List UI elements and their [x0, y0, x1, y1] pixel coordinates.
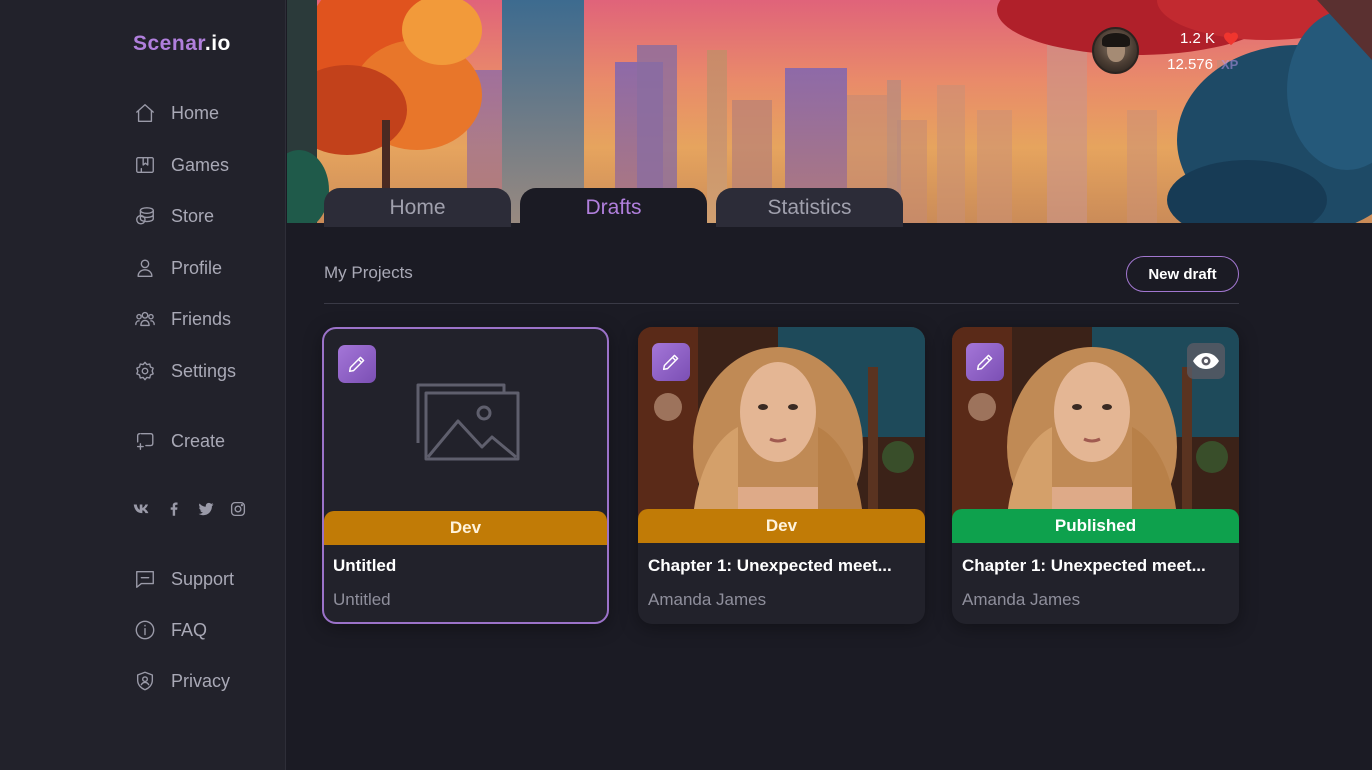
gear-icon: [133, 359, 157, 383]
avatar[interactable]: [1092, 27, 1139, 74]
tab-drafts[interactable]: Drafts: [520, 188, 707, 227]
edit-button[interactable]: [652, 343, 690, 381]
sidebar-item-label: Support: [171, 568, 235, 589]
vk-icon[interactable]: [133, 500, 151, 518]
pencil-icon: [662, 354, 679, 371]
pencil-icon: [976, 354, 993, 371]
chat-icon: [133, 567, 157, 591]
heart-icon: [1224, 32, 1238, 45]
logo-tld: .io: [204, 32, 231, 55]
card-media: [324, 329, 607, 519]
sidebar-item-faq[interactable]: FAQ: [133, 617, 207, 643]
image-placeholder-icon: [416, 383, 520, 461]
sidebar-item-create[interactable]: Create: [133, 428, 225, 454]
book-icon: [133, 153, 157, 177]
sidebar-item-support[interactable]: Support: [133, 566, 234, 592]
user-stats: 1.2 K 12.576 XP: [1147, 28, 1239, 80]
sidebar-item-label: Games: [171, 154, 230, 175]
status-badge: Published: [952, 509, 1239, 543]
sidebar-item-profile[interactable]: Profile: [133, 255, 222, 281]
eye-icon: [1193, 353, 1219, 369]
sidebar-item-label: Create: [171, 430, 226, 451]
sidebar-item-settings[interactable]: Settings: [133, 358, 236, 384]
users-icon: [133, 307, 157, 331]
sidebar-item-label: Profile: [171, 257, 223, 278]
sidebar-item-games[interactable]: Games: [133, 152, 229, 178]
card-author: Amanda James: [962, 590, 1081, 609]
sidebar-item-home[interactable]: Home: [133, 100, 219, 126]
pencil-icon: [348, 356, 365, 373]
sidebar-item-label: FAQ: [171, 619, 208, 640]
likes-stat: 1.2 K: [1147, 28, 1239, 48]
app-logo[interactable]: Scenar.io: [133, 32, 231, 56]
project-card[interactable]: Dev Chapter 1: Unexpected meet... Amanda…: [638, 327, 925, 624]
new-draft-button[interactable]: New draft: [1126, 256, 1239, 292]
likes-count: 1.2 K: [1179, 29, 1215, 47]
facebook-icon[interactable]: [165, 500, 183, 518]
twitter-icon[interactable]: [197, 500, 215, 518]
sidebar-item-privacy[interactable]: Privacy: [133, 668, 230, 694]
instagram-icon[interactable]: [229, 500, 247, 518]
project-card[interactable]: Published Chapter 1: Unexpected meet... …: [952, 327, 1239, 624]
xp-count: 12.576: [1167, 55, 1213, 73]
sidebar-item-label: Friends: [171, 308, 232, 329]
xp-label: XP: [1221, 56, 1239, 72]
edit-button[interactable]: [966, 343, 1004, 381]
sidebar-item-label: Privacy: [171, 670, 231, 691]
sidebar: Scenar.io Home Games Store Profile Frien…: [0, 0, 286, 770]
create-icon: [133, 429, 157, 453]
tab-home[interactable]: Home: [324, 188, 511, 227]
status-badge: Dev: [638, 509, 925, 543]
shield-icon: [133, 669, 157, 693]
edit-button[interactable]: [338, 345, 376, 383]
sidebar-item-friends[interactable]: Friends: [133, 306, 231, 332]
logo-brand: Scenar: [133, 32, 205, 55]
project-card[interactable]: Dev Untitled Untitled: [322, 327, 609, 624]
sidebar-item-store[interactable]: Store: [133, 203, 214, 229]
tab-statistics[interactable]: Statistics: [716, 188, 903, 227]
sidebar-item-label: Settings: [171, 360, 237, 381]
card-title: Chapter 1: Unexpected meet...: [962, 556, 1206, 575]
section-title: My Projects: [324, 263, 413, 282]
card-author: Untitled: [333, 590, 391, 609]
card-author: Amanda James: [648, 590, 767, 609]
home-icon: [133, 101, 157, 125]
coins-icon: [133, 204, 157, 228]
xp-stat: 12.576 XP: [1147, 54, 1239, 74]
card-title: Chapter 1: Unexpected meet...: [648, 556, 892, 575]
avatar-hair: [1102, 33, 1130, 47]
card-title: Untitled: [333, 556, 397, 575]
user-icon: [133, 256, 157, 280]
social-links: [133, 500, 247, 518]
sidebar-item-label: Home: [171, 102, 220, 123]
card-media: [952, 327, 1239, 517]
card-media: [638, 327, 925, 517]
info-icon: [133, 618, 157, 642]
divider: [324, 303, 1239, 304]
status-badge: Dev: [324, 511, 607, 545]
view-button[interactable]: [1187, 343, 1225, 379]
sidebar-item-label: Store: [171, 205, 215, 226]
